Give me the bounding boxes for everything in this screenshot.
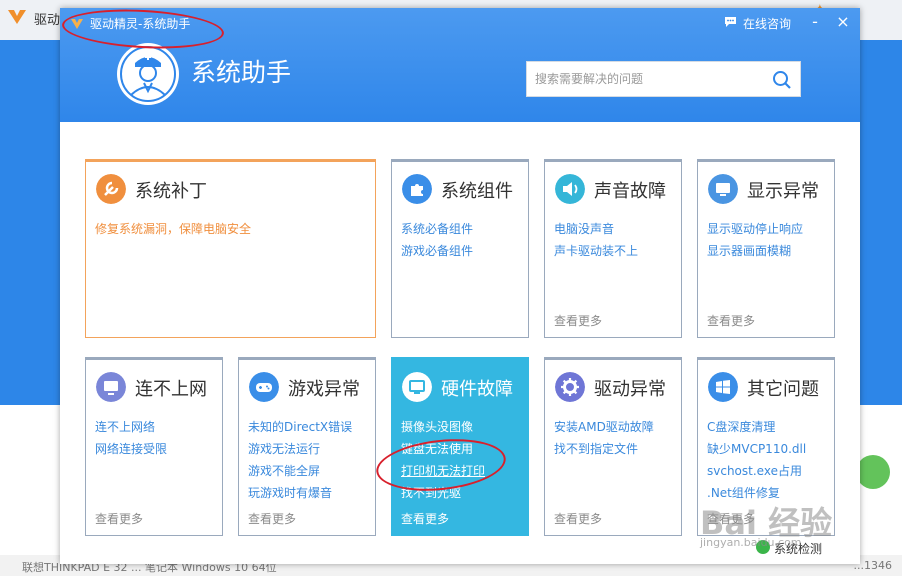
see-more-link[interactable]: 查看更多 bbox=[401, 510, 449, 527]
see-more-link[interactable]: 查看更多 bbox=[554, 510, 602, 527]
hardware-icon bbox=[402, 372, 432, 402]
card-link[interactable]: 游戏必备组件 bbox=[401, 240, 473, 262]
card-title: 系统组件 bbox=[441, 181, 513, 202]
card-title: 硬件故障 bbox=[441, 379, 513, 400]
card-link[interactable]: 电脑没声音 bbox=[554, 218, 638, 240]
card-link[interactable]: 找不到指定文件 bbox=[554, 438, 654, 460]
card-link[interactable]: 显示驱动停止响应 bbox=[707, 218, 803, 240]
card-link[interactable]: 摄像头没图像 bbox=[401, 416, 485, 438]
wrench-icon bbox=[96, 174, 126, 204]
card-link[interactable]: svchost.exe占用 bbox=[707, 460, 806, 482]
card-link[interactable]: 修复系统漏洞，保障电脑安全 bbox=[95, 218, 251, 240]
see-more-link[interactable]: 查看更多 bbox=[95, 510, 143, 527]
watermark-url: jingyan.baidu.com bbox=[700, 536, 802, 549]
search-box bbox=[526, 61, 801, 97]
see-more-link[interactable]: 查看更多 bbox=[248, 510, 296, 527]
card-link[interactable]: 网络连接受限 bbox=[95, 438, 167, 460]
card-title: 驱动异常 bbox=[594, 379, 666, 400]
card-display-error[interactable]: 显示异常 显示驱动停止响应 显示器画面模糊 查看更多 bbox=[697, 159, 835, 338]
app-logo-icon bbox=[8, 10, 26, 24]
background-app-title: 驱动 bbox=[34, 13, 61, 28]
card-title: 其它问题 bbox=[747, 379, 819, 400]
card-link[interactable]: 游戏不能全屏 bbox=[248, 460, 352, 482]
network-icon bbox=[96, 372, 126, 402]
card-title: 连不上网 bbox=[135, 379, 207, 400]
speaker-icon bbox=[555, 174, 585, 204]
windows-icon bbox=[708, 372, 738, 402]
gamepad-icon bbox=[249, 372, 279, 402]
card-title: 游戏异常 bbox=[288, 379, 360, 400]
card-link[interactable]: C盘深度清理 bbox=[707, 416, 806, 438]
card-game-error[interactable]: 游戏异常 未知的DirectX错误 游戏无法运行 游戏不能全屏 玩游戏时有爆音 … bbox=[238, 357, 376, 536]
card-no-network[interactable]: 连不上网 连不上网络 网络连接受限 查看更多 bbox=[85, 357, 223, 536]
card-link[interactable]: 游戏无法运行 bbox=[248, 438, 352, 460]
card-link[interactable]: 连不上网络 bbox=[95, 416, 167, 438]
search-input[interactable] bbox=[527, 62, 775, 96]
close-button[interactable]: × bbox=[834, 12, 852, 31]
card-link[interactable]: 缺少MVCP110.dll bbox=[707, 438, 806, 460]
chat-icon bbox=[725, 17, 736, 27]
doctor-avatar-icon bbox=[117, 43, 179, 105]
card-sound-fault[interactable]: 声音故障 电脑没声音 声卡驱动装不上 查看更多 bbox=[544, 159, 682, 338]
card-link[interactable]: 显示器画面模糊 bbox=[707, 240, 803, 262]
see-more-link[interactable]: 查看更多 bbox=[554, 312, 602, 329]
card-link[interactable]: 未知的DirectX错误 bbox=[248, 416, 352, 438]
background-scan-button[interactable] bbox=[856, 455, 890, 489]
monitor-icon bbox=[708, 174, 738, 204]
app-name: 系统助手 bbox=[191, 58, 292, 87]
card-title: 声音故障 bbox=[594, 181, 666, 202]
card-title: 显示异常 bbox=[747, 181, 819, 202]
card-system-components[interactable]: 系统组件 系统必备组件 游戏必备组件 bbox=[391, 159, 529, 338]
minimize-button[interactable]: - bbox=[806, 12, 824, 31]
card-link[interactable]: 系统必备组件 bbox=[401, 218, 473, 240]
see-more-link[interactable]: 查看更多 bbox=[707, 312, 755, 329]
card-title: 系统补丁 bbox=[135, 181, 207, 202]
card-link[interactable]: 声卡驱动装不上 bbox=[554, 240, 638, 262]
card-system-patch[interactable]: 系统补丁 修复系统漏洞，保障电脑安全 bbox=[85, 159, 376, 338]
card-link[interactable]: 安装AMD驱动故障 bbox=[554, 416, 654, 438]
gear-icon bbox=[555, 372, 585, 402]
search-icon[interactable] bbox=[772, 70, 792, 90]
online-consult-label: 在线咨询 bbox=[743, 17, 792, 31]
card-driver-error[interactable]: 驱动异常 安装AMD驱动故障 找不到指定文件 查看更多 bbox=[544, 357, 682, 536]
puzzle-icon bbox=[402, 174, 432, 204]
card-link[interactable]: 玩游戏时有爆音 bbox=[248, 482, 352, 504]
